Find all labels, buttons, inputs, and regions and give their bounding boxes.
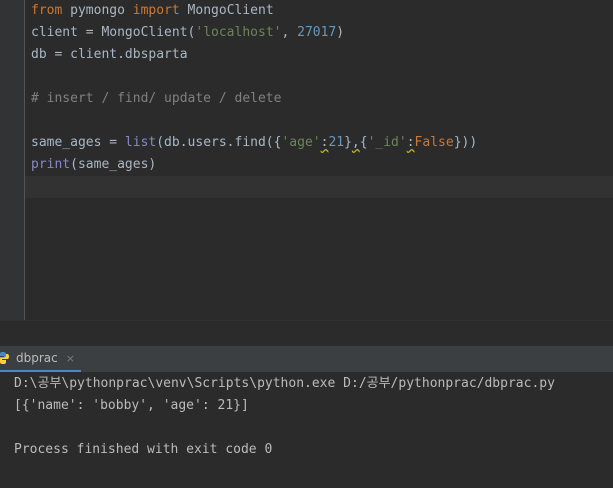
code-token: 27017 xyxy=(297,25,337,40)
run-tab-bar: dbprac × xyxy=(0,346,613,373)
code-token: 21 xyxy=(328,135,345,150)
python-icon xyxy=(0,352,9,364)
run-tab-dbprac[interactable]: dbprac × xyxy=(0,346,81,372)
code-token: , xyxy=(281,25,298,40)
console-line: D:\공부\pythonprac\venv\Scripts\python.exe… xyxy=(14,376,555,391)
code-area[interactable]: from pymongo import MongoClient client = … xyxy=(25,0,613,198)
code-token: (db.users.find({ xyxy=(156,135,282,150)
code-token: MongoClient xyxy=(179,3,274,18)
code-token: client = MongoClient( xyxy=(31,25,196,40)
code-token: } xyxy=(344,135,352,150)
code-token: import xyxy=(132,3,180,18)
run-tab-label: dbprac xyxy=(16,351,58,365)
code-token: 'age' xyxy=(281,135,321,150)
code-token: , xyxy=(351,135,360,150)
code-token: ) xyxy=(336,25,345,40)
code-line[interactable]: # insert / find/ update / delete xyxy=(31,88,613,110)
code-line[interactable] xyxy=(25,176,613,198)
code-line[interactable]: same_ages = list(db.users.find({'age': 21… xyxy=(31,132,613,154)
code-token: from xyxy=(31,3,63,18)
code-line[interactable]: from pymongo import MongoClient xyxy=(31,0,613,22)
code-line[interactable]: db = client.dbsparta xyxy=(31,44,613,66)
code-token: })) xyxy=(453,135,478,150)
code-line[interactable]: client = MongoClient('localhost', 27017) xyxy=(31,22,613,44)
code-token: 'localhost' xyxy=(195,25,282,40)
code-token: # insert / find/ update / delete xyxy=(31,91,282,106)
code-token: { xyxy=(359,135,368,150)
code-line[interactable] xyxy=(31,66,613,88)
run-console[interactable]: D:\공부\pythonprac\venv\Scripts\python.exe… xyxy=(0,372,613,488)
code-token: pymongo xyxy=(62,3,133,18)
code-token: False xyxy=(414,135,454,150)
code-line[interactable] xyxy=(31,110,613,132)
close-icon[interactable]: × xyxy=(66,352,75,365)
code-token: same_ages = xyxy=(31,135,125,150)
editor-gutter xyxy=(0,0,25,320)
code-editor[interactable]: from pymongo import MongoClient client = … xyxy=(0,0,613,320)
code-token: list xyxy=(124,135,157,150)
panel-separator[interactable] xyxy=(0,320,613,347)
console-line: Process finished with exit code 0 xyxy=(14,442,273,457)
code-line[interactable]: print(same_ages) xyxy=(31,154,613,176)
code-token: print xyxy=(31,157,71,172)
code-token: db = client.dbsparta xyxy=(31,47,188,62)
console-output: D:\공부\pythonprac\venv\Scripts\python.exe… xyxy=(14,373,555,461)
code-token: (same_ages) xyxy=(70,157,157,172)
console-line: [{'name': 'bobby', 'age': 21}] xyxy=(14,398,249,413)
code-token: : xyxy=(406,135,415,150)
code-token: '_id' xyxy=(367,135,407,150)
